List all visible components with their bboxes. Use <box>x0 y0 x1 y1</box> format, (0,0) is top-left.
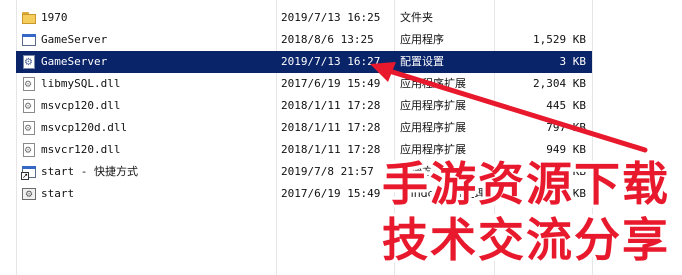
icon-part: ⚙ <box>25 190 34 200</box>
file-row[interactable]: ⚙ msvcp120.dll 2018/1/11 17:28 应用程序扩展 445 KB <box>16 95 592 117</box>
file-row[interactable]: ⚙ libmySQL.dll 2017/6/19 15:49 应用程序扩展 2,304 … <box>16 73 592 95</box>
file-type: 文件夹 <box>400 11 433 24</box>
file-name: start - 快捷方式 <box>41 165 138 178</box>
application-icon <box>21 32 37 48</box>
icon-part: ⚙ <box>24 80 33 90</box>
icon-part: ⚙ <box>24 146 33 156</box>
file-type: 应用程序 <box>400 33 444 46</box>
file-type: 应用程序扩展 <box>400 99 466 112</box>
dll-icon: ⚙ <box>21 98 37 114</box>
file-type: 应用程序扩展 <box>400 77 466 90</box>
file-date-modified: 2018/1/11 17:28 <box>281 121 381 134</box>
icon-part <box>22 34 36 37</box>
file-size: 1,529 KB <box>533 33 586 46</box>
file-date-modified: 2018/1/11 17:28 <box>281 143 381 156</box>
file-row[interactable]: 1970 2019/7/13 16:25 文件夹 <box>16 7 592 29</box>
icon-part <box>22 14 36 24</box>
file-date-modified: 2018/1/11 17:28 <box>281 99 381 112</box>
file-date-modified: 2018/8/6 13:25 <box>281 33 374 46</box>
dll-icon: ⚙ <box>21 76 37 92</box>
shortcut-icon: ↗ <box>21 164 37 180</box>
folder-icon <box>21 10 37 26</box>
file-name: msvcp120d.dll <box>41 121 128 134</box>
file-size: 3 KB <box>559 55 587 68</box>
icon-part: ⚙ <box>24 57 33 68</box>
icon-part <box>22 166 36 169</box>
file-name: msvcr120.dll <box>41 143 121 156</box>
file-date-modified: 2019/7/8 21:57 <box>281 165 374 178</box>
file-size: 2,304 KB <box>533 77 586 90</box>
watermark-line-2: 技术交流分享 <box>382 213 670 267</box>
file-size: 797 KB <box>546 121 586 134</box>
icon-part: ⚙ <box>24 102 33 112</box>
file-name: 1970 <box>41 11 68 24</box>
file-type: 配置设置 <box>400 55 444 68</box>
file-type: 应用程序扩展 <box>400 121 466 134</box>
file-date-modified: 2019/7/13 16:27 <box>281 55 381 68</box>
file-name: GameServer <box>41 33 108 46</box>
file-row[interactable]: ⚙ msvcp120d.dll 2018/1/11 17:28 应用程序扩展 797 K… <box>16 117 592 139</box>
file-name: start <box>41 187 75 200</box>
file-size: 445 KB <box>546 99 586 112</box>
file-name: GameServer <box>41 55 108 68</box>
icon-part: ⚙ <box>24 124 33 134</box>
icon-part: ↗ <box>21 172 29 180</box>
file-row[interactable]: ⚙ GameServer 2019/7/13 16:27 配置设置 3 KB <box>16 51 592 73</box>
file-date-modified: 2017/6/19 15:49 <box>281 187 381 200</box>
file-name: msvcp120.dll <box>41 99 121 112</box>
batch-file-icon: ⚙ <box>21 186 37 202</box>
dll-icon: ⚙ <box>21 120 37 136</box>
dll-icon: ⚙ <box>21 142 37 158</box>
file-row[interactable]: GameServer 2018/8/6 13:25 应用程序 1,529 KB <box>16 29 592 51</box>
file-name: libmySQL.dll <box>41 77 121 90</box>
watermark-line-1: 手游资源下载 <box>382 157 670 211</box>
config-settings-icon: ⚙ <box>21 54 37 70</box>
file-date-modified: 2017/6/19 15:49 <box>281 77 381 90</box>
file-date-modified: 2019/7/13 16:25 <box>281 11 381 24</box>
